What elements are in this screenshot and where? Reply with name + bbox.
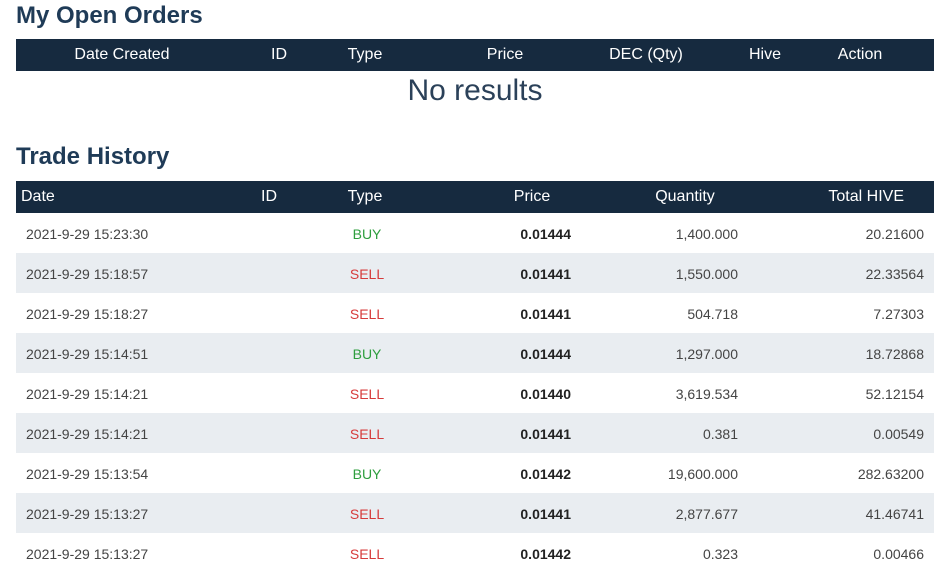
trade-quantity: 0.381 (702, 426, 738, 442)
trade-quantity: 1,400.000 (675, 226, 738, 242)
trade-type: SELL (349, 506, 385, 522)
trade-total-hive: 52.12154 (865, 386, 924, 402)
col-total-hive[interactable]: Total HIVE (828, 181, 904, 213)
col-action[interactable]: Action (838, 39, 882, 71)
table-row: 2021-9-29 15:13:27 SELL 0.01442 0.323 0.0046… (16, 533, 934, 573)
trade-history-title: Trade History (16, 143, 170, 170)
table-row: 2021-9-29 15:13:27 SELL 0.01441 2,877.677 41… (16, 493, 934, 533)
trade-date: 2021-9-29 15:18:27 (26, 306, 149, 322)
trade-date: 2021-9-29 15:23:30 (26, 226, 149, 242)
trade-quantity: 1,297.000 (675, 346, 738, 362)
trade-price: 0.01442 (520, 546, 571, 562)
col-price[interactable]: Price (487, 39, 523, 71)
trade-type: SELL (349, 386, 385, 402)
trade-price: 0.01441 (520, 266, 571, 282)
trade-price: 0.01440 (520, 386, 571, 402)
trade-total-hive: 22.33564 (865, 266, 924, 282)
table-row: 2021-9-29 15:14:21 SELL 0.01441 0.381 0.0054… (16, 413, 934, 453)
col-dec-qty[interactable]: DEC (Qty) (609, 39, 683, 71)
trade-total-hive: 18.72868 (865, 346, 924, 362)
table-row: 2021-9-29 15:18:57 SELL 0.01441 1,550.000 22… (16, 253, 934, 293)
col-id[interactable]: ID (271, 39, 287, 71)
open-orders-title: My Open Orders (16, 2, 203, 29)
col-type[interactable]: Type (348, 39, 383, 71)
trade-type: BUY (352, 466, 382, 482)
trade-type: BUY (352, 346, 382, 362)
trade-type: SELL (349, 546, 385, 562)
table-row: 2021-9-29 15:23:30 BUY 0.01444 1,400.000 20.… (16, 213, 934, 253)
trade-price: 0.01444 (520, 226, 571, 242)
trade-date: 2021-9-29 15:14:21 (26, 386, 149, 402)
col-price[interactable]: Price (514, 181, 550, 213)
trade-date: 2021-9-29 15:13:54 (26, 466, 149, 482)
trade-price: 0.01441 (520, 426, 571, 442)
trade-date: 2021-9-29 15:18:57 (26, 266, 149, 282)
trade-quantity: 504.718 (687, 306, 738, 322)
trade-quantity: 0.323 (702, 546, 738, 562)
table-row: 2021-9-29 15:18:27 SELL 0.01441 504.718 7.27… (16, 293, 934, 333)
table-row: 2021-9-29 15:14:21 SELL 0.01440 3,619.534 52… (16, 373, 934, 413)
trade-date: 2021-9-29 15:14:21 (26, 426, 149, 442)
trade-type: SELL (349, 266, 385, 282)
no-results-message: No results (407, 74, 543, 107)
trade-total-hive: 7.27303 (873, 306, 924, 322)
trade-total-hive: 0.00549 (873, 426, 924, 442)
col-id[interactable]: ID (261, 181, 277, 213)
trade-date: 2021-9-29 15:13:27 (26, 546, 149, 562)
col-type[interactable]: Type (348, 181, 383, 213)
trade-quantity: 3,619.534 (675, 386, 738, 402)
col-quantity[interactable]: Quantity (655, 181, 715, 213)
trade-date: 2021-9-29 15:14:51 (26, 346, 149, 362)
trade-quantity: 2,877.677 (675, 506, 738, 522)
table-row: 2021-9-29 15:14:51 BUY 0.01444 1,297.000 18.… (16, 333, 934, 373)
trade-price: 0.01442 (520, 466, 571, 482)
trade-total-hive: 0.00466 (873, 546, 924, 562)
trade-price: 0.01441 (520, 306, 571, 322)
trade-total-hive: 20.21600 (865, 226, 924, 242)
col-hive[interactable]: Hive (749, 39, 781, 71)
col-date-created[interactable]: Date Created (74, 39, 169, 71)
col-date[interactable]: Date (21, 181, 55, 213)
open-orders-header: Date Created ID Type Price DEC (Qty) Hiv… (16, 39, 934, 71)
trade-history-table: 2021-9-29 15:23:30 BUY 0.01444 1,400.000 20.… (16, 213, 934, 573)
table-row: 2021-9-29 15:13:54 BUY 0.01442 19,600.000 28… (16, 453, 934, 493)
exchange-orders-page: My Open Orders Date Created ID Type Pric… (0, 0, 943, 578)
trade-total-hive: 41.46741 (865, 506, 924, 522)
trade-total-hive: 282.63200 (857, 466, 924, 482)
trade-date: 2021-9-29 15:13:27 (26, 506, 149, 522)
trade-type: BUY (352, 226, 382, 242)
trade-quantity: 19,600.000 (667, 466, 738, 482)
trade-type: SELL (349, 426, 385, 442)
trade-history-header: Date ID Type Price Quantity Total HIVE (16, 181, 934, 213)
trade-price: 0.01444 (520, 346, 571, 362)
trade-price: 0.01441 (520, 506, 571, 522)
trade-quantity: 1,550.000 (675, 266, 738, 282)
trade-type: SELL (349, 306, 385, 322)
